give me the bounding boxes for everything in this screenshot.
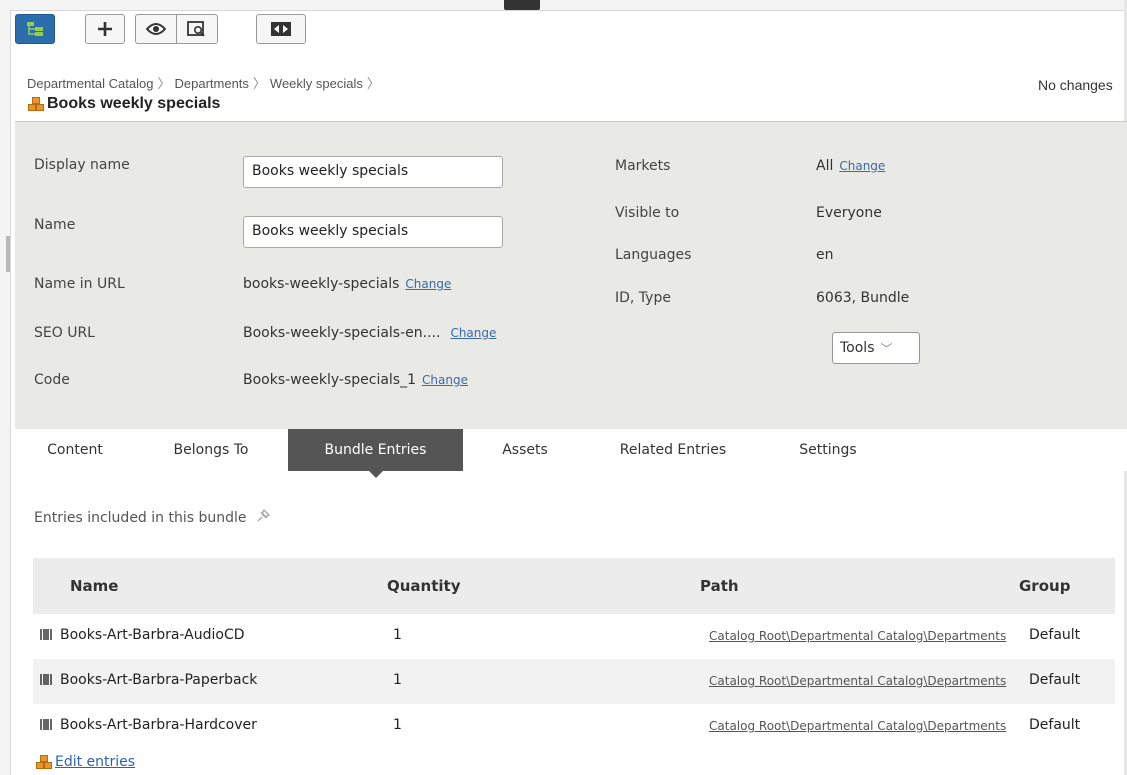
tools-dropdown-label: Tools — [840, 340, 875, 356]
barcode-icon — [40, 673, 52, 685]
preview-button[interactable] — [176, 14, 218, 44]
entry-path-link[interactable]: Catalog Root\Departmental Catalog\Depart… — [709, 629, 1025, 643]
column-header-path[interactable]: Path — [700, 577, 739, 595]
left-pane-splitter[interactable] — [0, 0, 11, 775]
markets-label: Markets — [615, 158, 671, 174]
display-name-input[interactable]: Books weekly specials — [243, 156, 503, 188]
column-header-group[interactable]: Group — [1019, 577, 1070, 595]
breadcrumb-item[interactable]: Departmental Catalog — [27, 76, 153, 91]
table-row[interactable]: Books-Art-Barbra-Hardcover 1 Catalog Roo… — [33, 704, 1115, 749]
markets-change-link[interactable]: Change — [839, 159, 885, 173]
chevron-down-icon: ﹀ — [880, 341, 893, 356]
compare-button[interactable] — [256, 14, 306, 44]
save-status: No changes — [1038, 77, 1113, 93]
edit-entries-link[interactable]: Edit entries — [35, 754, 135, 770]
languages-label: Languages — [615, 247, 692, 263]
splitter-grip[interactable] — [6, 236, 10, 272]
view-button[interactable] — [135, 14, 177, 44]
entry-group: Default — [1029, 717, 1081, 733]
entry-name-cell: Books-Art-Barbra-Hardcover — [40, 717, 257, 733]
tab-related-entries[interactable]: Related Entries — [597, 429, 749, 471]
preview-icon — [187, 21, 207, 37]
table-row[interactable]: Books-Art-Barbra-AudioCD 1 Catalog Root\… — [33, 614, 1115, 659]
code-label: Code — [34, 372, 70, 388]
seo-url-text: Books-weekly-specials-en.... — [243, 325, 441, 341]
top-pane-splitter — [10, 0, 1127, 11]
pin-icon[interactable] — [255, 508, 271, 528]
eye-icon — [146, 22, 166, 36]
tab-settings[interactable]: Settings — [785, 429, 871, 471]
code-text: Books-weekly-specials_1 — [243, 372, 417, 388]
breadcrumb-item[interactable]: Weekly specials — [270, 76, 363, 91]
add-button[interactable] — [85, 14, 125, 44]
tab-bar: Content Belongs To Bundle Entries Assets… — [15, 429, 1127, 478]
barcode-icon — [40, 628, 52, 640]
display-name-label: Display name — [34, 157, 130, 173]
entry-name-cell: Books-Art-Barbra-Paperback — [40, 672, 257, 688]
entry-name: Books-Art-Barbra-AudioCD — [60, 627, 245, 643]
page-title-text: Books weekly specials — [47, 95, 221, 112]
compare-icon — [270, 21, 292, 37]
entry-group: Default — [1029, 672, 1081, 688]
visible-to-label: Visible to — [615, 205, 680, 221]
breadcrumb-separator: 〉 — [252, 76, 266, 91]
entry-path-link[interactable]: Catalog Root\Departmental Catalog\Depart… — [709, 719, 1025, 733]
id-type-label: ID, Type — [615, 290, 671, 306]
bundle-intro: Entries included in this bundle — [34, 508, 271, 528]
bundle-intro-text: Entries included in this bundle — [34, 510, 247, 526]
entry-name-cell: Books-Art-Barbra-AudioCD — [40, 627, 245, 643]
breadcrumb-separator: 〉 — [157, 76, 171, 91]
entries-table-header: Name Quantity Path Group — [33, 558, 1115, 614]
markets-text: All — [816, 158, 834, 174]
entry-path-link[interactable]: Catalog Root\Departmental Catalog\Depart… — [709, 674, 1025, 688]
properties-panel — [15, 122, 1127, 429]
column-header-quantity[interactable]: Quantity — [387, 577, 461, 595]
tab-belongs-to[interactable]: Belongs To — [155, 429, 267, 471]
name-in-url-change-link[interactable]: Change — [405, 277, 451, 291]
column-header-name[interactable]: Name — [70, 577, 118, 595]
tab-assets[interactable]: Assets — [483, 429, 567, 471]
catalog-tree-toggle-button[interactable] — [15, 14, 55, 44]
seo-url-label: SEO URL — [34, 325, 95, 341]
entry-quantity: 1 — [393, 627, 402, 643]
pane-pin-handle[interactable] — [504, 0, 540, 10]
name-label: Name — [34, 217, 76, 233]
breadcrumb-item[interactable]: Departments — [174, 76, 248, 91]
visible-to-value: Everyone — [816, 205, 882, 221]
tools-dropdown[interactable]: Tools ﹀ — [832, 332, 920, 364]
id-type-value: 6063, Bundle — [816, 290, 910, 306]
page-title: Books weekly specials — [27, 95, 220, 113]
entry-name: Books-Art-Barbra-Paperback — [60, 672, 258, 688]
tree-icon — [26, 21, 44, 37]
breadcrumb: Departmental Catalog 〉 Departments 〉 Weekly … — [27, 73, 384, 92]
entry-name: Books-Art-Barbra-Hardcover — [60, 717, 257, 733]
barcode-icon — [40, 718, 52, 730]
entry-quantity: 1 — [393, 672, 402, 688]
name-in-url-text: books-weekly-specials — [243, 276, 400, 292]
edit-entries-label: Edit entries — [55, 754, 136, 770]
entry-quantity: 1 — [393, 717, 402, 733]
table-row[interactable]: Books-Art-Barbra-Paperback 1 Catalog Roo… — [33, 659, 1115, 704]
bundle-icon — [35, 754, 53, 770]
seo-url-value: Books-weekly-specials-en.... Change — [243, 325, 496, 341]
plus-icon — [97, 21, 113, 37]
name-in-url-value: books-weekly-specials Change — [243, 276, 451, 292]
bundle-icon — [27, 96, 45, 112]
name-in-url-label: Name in URL — [34, 276, 125, 292]
languages-value: en — [816, 247, 834, 263]
breadcrumb-separator: 〉 — [366, 76, 380, 91]
tab-bundle-entries[interactable]: Bundle Entries — [288, 429, 463, 478]
name-input[interactable]: Books weekly specials — [243, 216, 503, 248]
markets-value: All Change — [816, 158, 885, 174]
code-value: Books-weekly-specials_1 Change — [243, 372, 468, 388]
entry-group: Default — [1029, 627, 1081, 643]
tab-content[interactable]: Content — [31, 429, 119, 471]
code-change-link[interactable]: Change — [422, 373, 468, 387]
seo-url-change-link[interactable]: Change — [450, 326, 496, 340]
